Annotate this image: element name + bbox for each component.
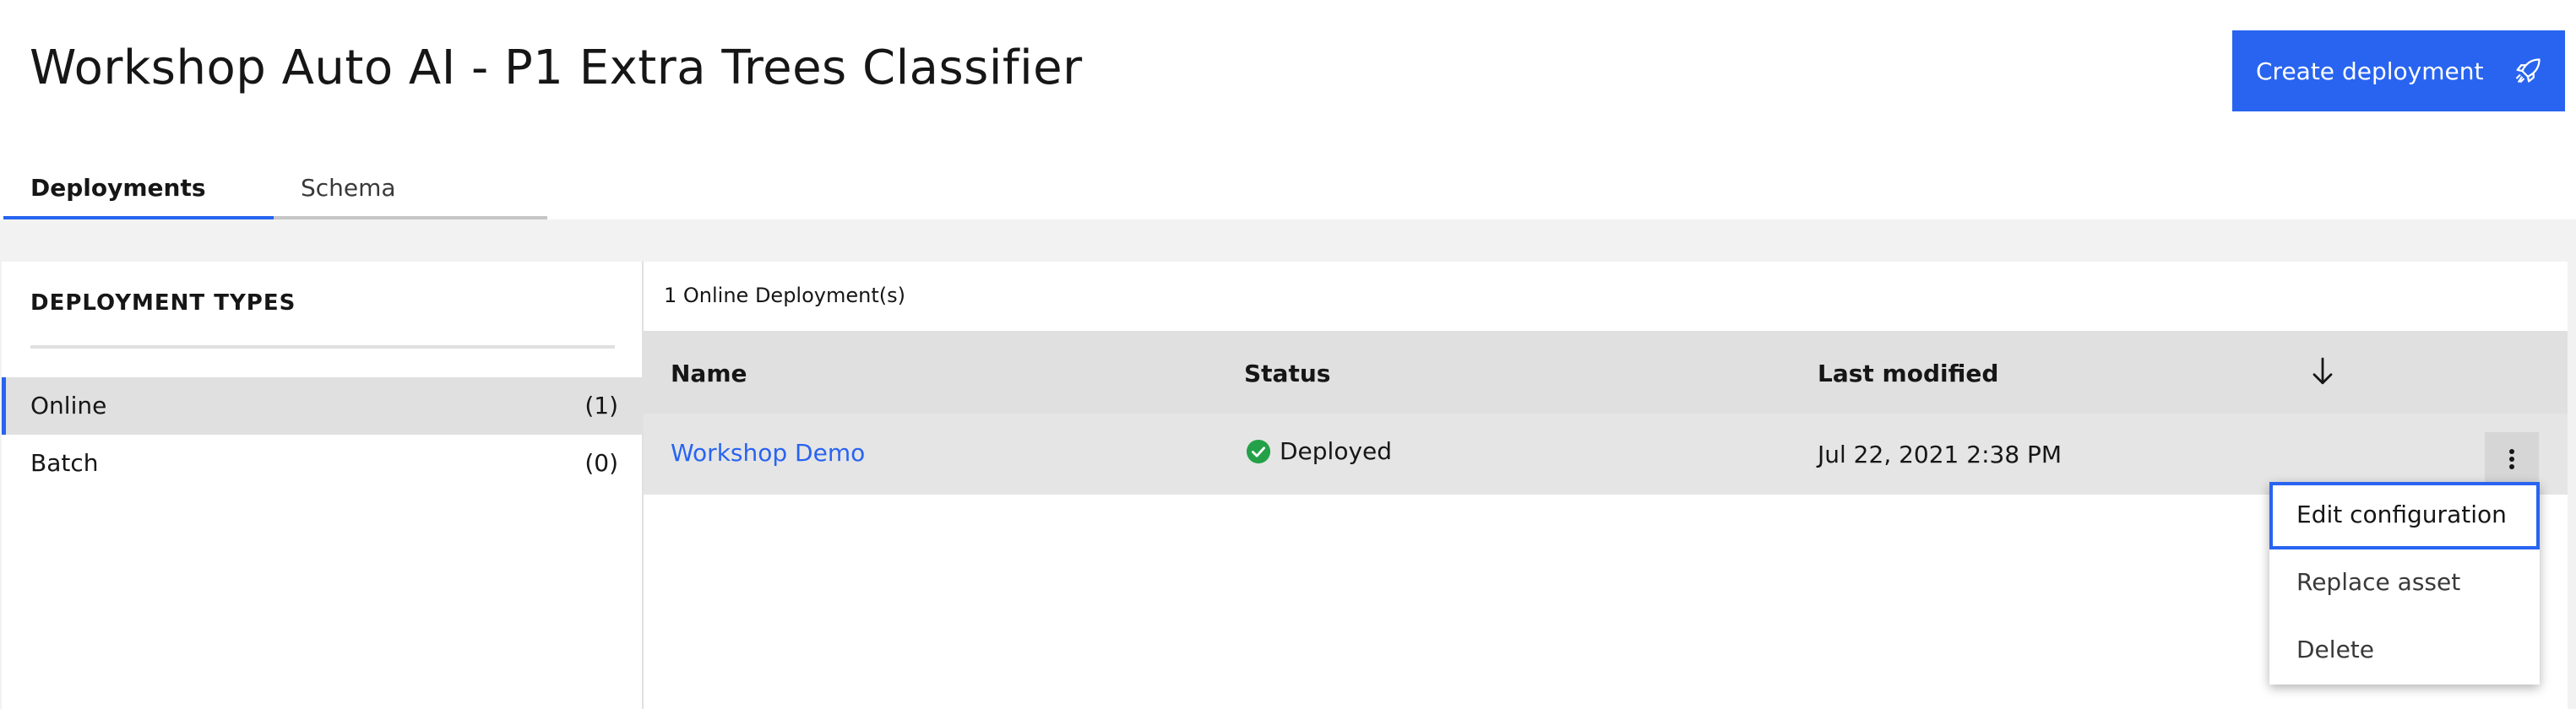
arrow-down-icon[interactable] <box>2306 354 2340 388</box>
status-text: Deployed <box>1280 437 1393 465</box>
deployment-type-count: (0) <box>584 449 618 477</box>
rocket-icon <box>2515 58 2541 84</box>
column-header-last-modified: Last modified <box>1818 360 1999 387</box>
status-cell: Deployed <box>1246 437 1392 465</box>
deployment-type-count: (1) <box>584 392 618 419</box>
menu-item-replace-asset[interactable]: Replace asset <box>2269 549 2540 617</box>
tab-schema[interactable]: Schema <box>274 157 547 219</box>
checkmark-filled-icon <box>1246 439 1271 463</box>
column-header-name: Name <box>671 360 747 387</box>
deployment-type-label: Online <box>30 392 107 419</box>
overflow-menu-button[interactable] <box>2485 432 2539 486</box>
tab-deployments[interactable]: Deployments <box>3 157 274 219</box>
deployment-type-batch[interactable]: Batch (0) <box>2 435 642 492</box>
create-deployment-label: Create deployment <box>2256 57 2484 85</box>
create-deployment-button[interactable]: Create deployment <box>2232 30 2565 111</box>
menu-item-delete[interactable]: Delete <box>2269 617 2540 685</box>
deployment-type-label: Batch <box>30 449 99 477</box>
overflow-menu: Edit configuration Replace asset Delete <box>2269 482 2540 685</box>
deployment-types-header: DEPLOYMENT TYPES <box>30 290 296 316</box>
column-header-status: Status <box>1244 360 1331 387</box>
menu-item-edit-configuration[interactable]: Edit configuration <box>2269 482 2540 549</box>
deployment-count-caption: 1 Online Deployment(s) <box>664 284 905 307</box>
deployment-types-panel: DEPLOYMENT TYPES Online (1) Batch (0) <box>2 262 644 709</box>
page-title: Workshop Auto AI - P1 Extra Trees Classi… <box>30 41 1083 95</box>
table-header: Name Status Last modified <box>644 331 2568 414</box>
last-modified-value: Jul 22, 2021 2:38 PM <box>1818 441 2062 468</box>
overflow-menu-vertical-icon <box>2509 449 2514 469</box>
deployment-name-link[interactable]: Workshop Demo <box>671 439 865 467</box>
tab-list: Deployments Schema <box>3 157 547 219</box>
divider <box>30 345 615 349</box>
deployment-type-online[interactable]: Online (1) <box>2 377 642 435</box>
